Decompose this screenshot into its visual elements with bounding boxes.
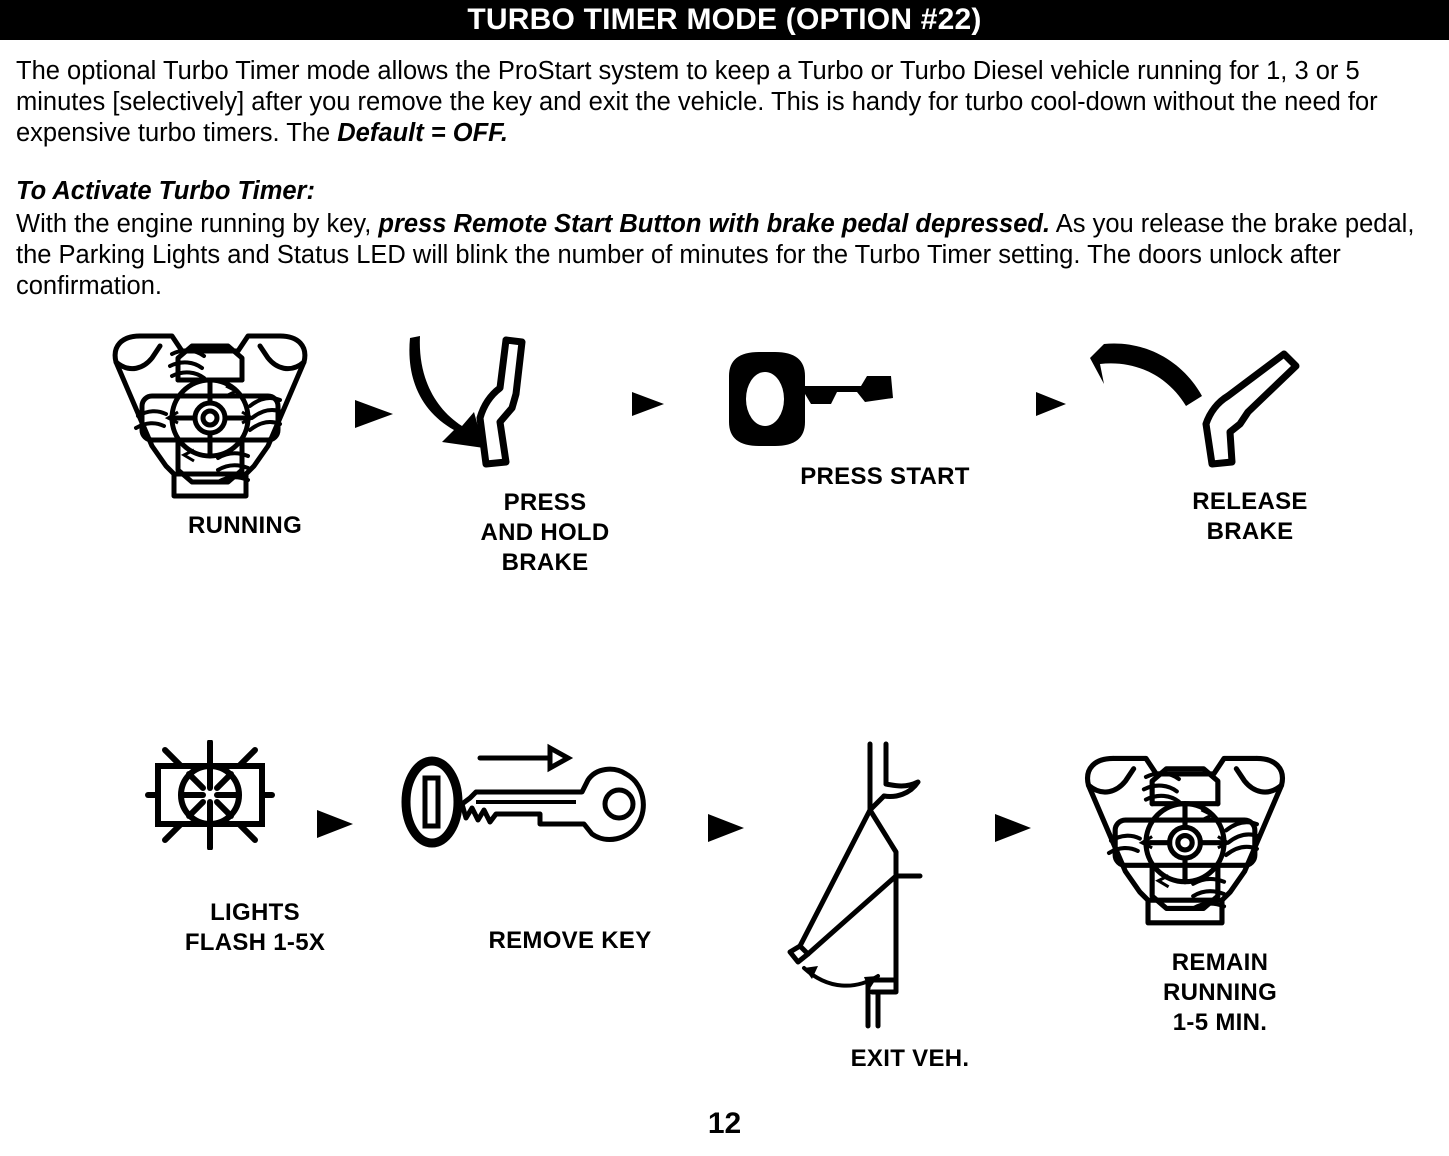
car-door-open-icon (760, 740, 1060, 1030)
flow-step-remove-key: REMOVE KEY (400, 740, 740, 956)
remote-start-emphasis: press Remote Start Button with brake ped… (378, 210, 1051, 238)
flow-step-running: RUNNING (100, 318, 390, 541)
flow-step-label: RELEASE BRAKE (1192, 488, 1308, 545)
flow-step-label: RUNNING (187, 512, 303, 539)
key-solid-icon (715, 346, 1055, 456)
procedure-flow-row-1: RUNNING PRESS AND HOLD BRAKE PRESS START (0, 318, 1449, 618)
page-title: TURBO TIMER MODE (OPTION #22) (467, 3, 982, 36)
flow-step-label: LIGHTS FLASH 1-5X (184, 899, 326, 956)
activate-paragraph: With the engine running by key, press Re… (16, 209, 1440, 302)
flow-step-press-start: PRESS START (715, 346, 1055, 492)
flow-step-remain-running: REMAIN RUNNING 1-5 MIN. (1060, 740, 1380, 1038)
triangle-right-arrow-icon (995, 812, 1031, 844)
flow-step-label: REMAIN RUNNING 1-5 MIN. (1162, 949, 1278, 1036)
procedure-flow-row-2: LIGHTS FLASH 1-5X REMOVE KEY EXIT VEH. R… (0, 740, 1449, 1080)
flow-step-label: REMOVE KEY (488, 927, 652, 954)
flow-step-release-brake: RELEASE BRAKE (1090, 336, 1410, 547)
intro-paragraph: The optional Turbo Timer mode allows the… (16, 56, 1436, 149)
activate-section-heading: To Activate Turbo Timer: (16, 177, 315, 205)
flow-step-press-hold-brake: PRESS AND HOLD BRAKE (400, 330, 690, 578)
triangle-right-arrow-icon (708, 812, 744, 844)
intro-text: The optional Turbo Timer mode allows the… (16, 57, 1378, 147)
triangle-right-arrow-icon (1036, 390, 1066, 418)
page-header-bar: TURBO TIMER MODE (OPTION #22) (0, 0, 1449, 40)
engine-running-icon (100, 318, 390, 503)
brake-pedal-release-icon (1090, 336, 1410, 481)
key-removal-icon (400, 740, 740, 860)
activate-text-start: With the engine running by key, (16, 210, 379, 238)
triangle-right-arrow-icon (317, 808, 353, 840)
engine-running-icon (1060, 740, 1380, 930)
triangle-right-arrow-icon (355, 398, 393, 430)
flow-step-label: PRESS START (800, 463, 970, 490)
flow-step-label: EXIT VEH. (850, 1045, 970, 1072)
parking-light-flash-icon (110, 740, 400, 850)
flow-step-lights-flash: LIGHTS FLASH 1-5X (110, 740, 400, 958)
flow-step-label: PRESS AND HOLD BRAKE (480, 489, 610, 576)
flow-step-exit-vehicle: EXIT VEH. (760, 740, 1060, 1074)
page-number: 12 (707, 1107, 742, 1140)
default-off-emphasis: Default = OFF. (337, 119, 508, 147)
triangle-right-arrow-icon (632, 390, 664, 418)
